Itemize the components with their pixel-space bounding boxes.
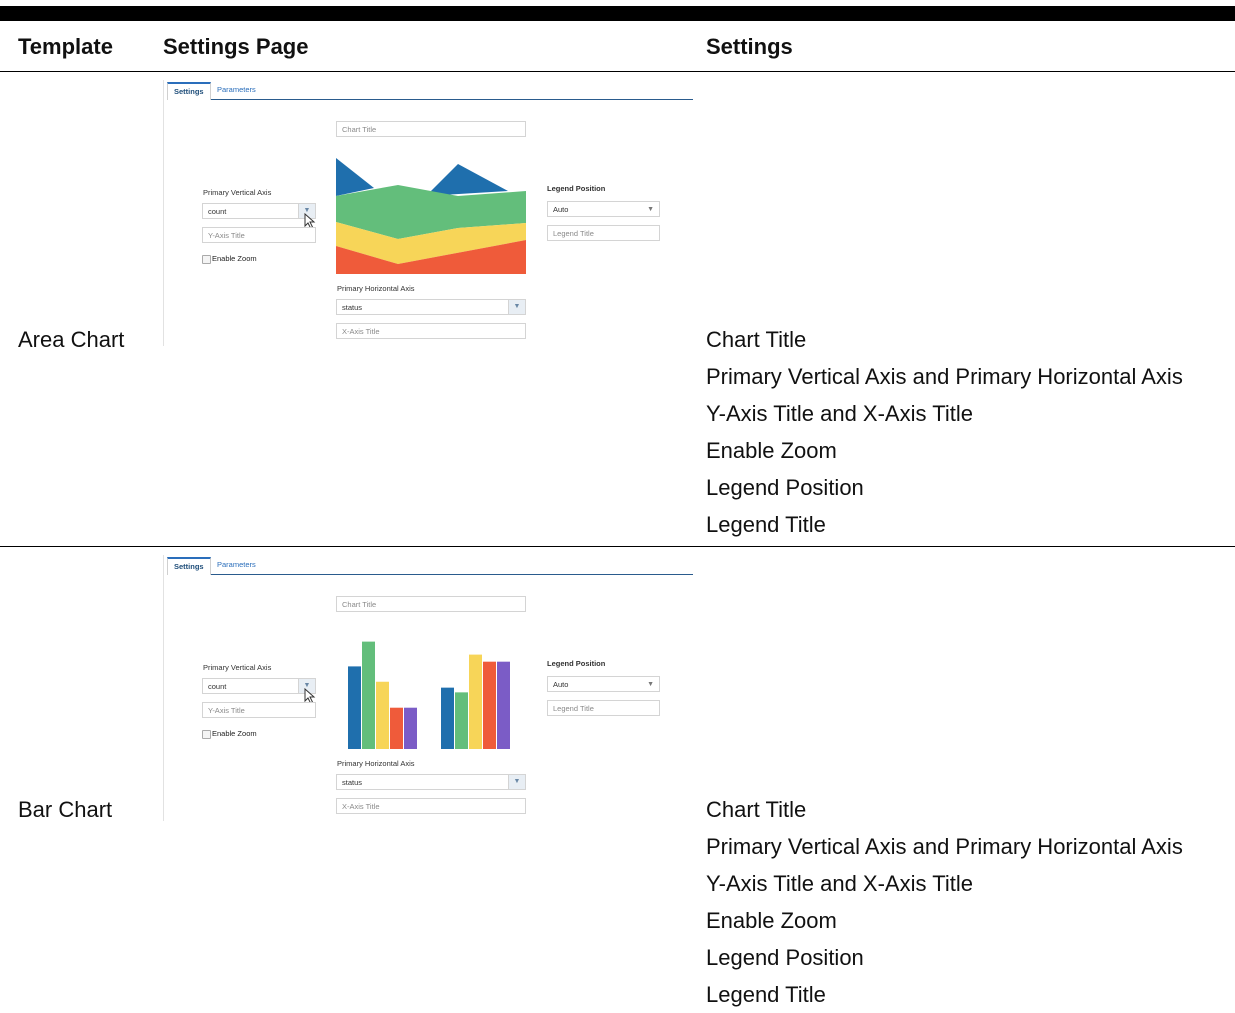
settings-list-bar: Chart Title Primary Vertical Axis and Pr… bbox=[706, 791, 1183, 1013]
table-top-border bbox=[0, 6, 1235, 21]
template-name-bar-chart: Bar Chart bbox=[18, 797, 113, 822]
list-item: Legend Title bbox=[706, 512, 826, 537]
chevron-down-icon: ▼ bbox=[647, 681, 654, 688]
template-name-area-chart: Area Chart bbox=[18, 327, 125, 352]
horizontal-axis-select[interactable]: status ▼ bbox=[336, 299, 526, 315]
tab-bar: Settings Parameters bbox=[167, 555, 693, 575]
primary-vertical-axis-label: Primary Vertical Axis bbox=[203, 188, 272, 197]
primary-horizontal-axis-label: Primary Horizontal Axis bbox=[337, 284, 415, 293]
tab-bar: Settings Parameters bbox=[167, 80, 693, 100]
enable-zoom-checkbox[interactable] bbox=[202, 255, 211, 264]
legend-position-label: Legend Position bbox=[547, 184, 606, 193]
list-item: Enable Zoom bbox=[706, 438, 837, 463]
list-item: Chart Title bbox=[706, 797, 807, 822]
panel-border bbox=[163, 555, 164, 821]
horizontal-axis-value: status bbox=[342, 303, 363, 312]
chart-title-input[interactable]: Chart Title bbox=[336, 596, 526, 612]
settings-panel-area: Settings Parameters Chart Title Primary … bbox=[163, 80, 695, 362]
bar-series-0-group-0 bbox=[348, 666, 361, 749]
tab-settings[interactable]: Settings bbox=[167, 82, 211, 100]
legend-position-value: Auto bbox=[553, 680, 569, 689]
primary-horizontal-axis-label: Primary Horizontal Axis bbox=[337, 759, 415, 768]
header-rule bbox=[0, 71, 1235, 72]
legend-position-label: Legend Position bbox=[547, 659, 606, 668]
bar-series-4-group-1 bbox=[497, 661, 510, 749]
bar-series-2-group-1 bbox=[469, 654, 482, 749]
tab-parameters[interactable]: Parameters bbox=[211, 82, 262, 98]
tab-settings[interactable]: Settings bbox=[167, 557, 211, 575]
header-settings: Settings bbox=[706, 34, 793, 59]
bar-series-4-group-0 bbox=[404, 707, 417, 749]
vertical-axis-select[interactable]: count ▼ bbox=[202, 203, 316, 219]
y-axis-title-input[interactable]: Y-Axis Title bbox=[202, 702, 316, 718]
chart-title-input[interactable]: Chart Title bbox=[336, 121, 526, 137]
list-item: Legend Title bbox=[706, 982, 826, 1007]
list-item: Legend Position bbox=[706, 475, 864, 500]
area-series-blue-right bbox=[426, 164, 508, 196]
bar-series-3-group-1 bbox=[483, 661, 496, 749]
list-item: Legend Position bbox=[706, 945, 864, 970]
row-rule bbox=[0, 546, 1235, 547]
legend-position-value: Auto bbox=[553, 205, 569, 214]
list-item: Primary Vertical Axis and Primary Horizo… bbox=[706, 834, 1183, 859]
bar-series-2-group-0 bbox=[376, 681, 389, 749]
legend-title-input[interactable]: Legend Title bbox=[547, 225, 660, 241]
enable-zoom-label: Enable Zoom bbox=[212, 729, 257, 738]
vertical-axis-value: count bbox=[208, 207, 227, 216]
x-axis-title-input[interactable]: X-Axis Title bbox=[336, 798, 526, 814]
chevron-down-icon[interactable]: ▼ bbox=[508, 775, 525, 789]
bar-series-1-group-1 bbox=[455, 692, 468, 749]
horizontal-axis-value: status bbox=[342, 778, 363, 787]
list-item: Chart Title bbox=[706, 327, 807, 352]
list-item: Y-Axis Title and X-Axis Title bbox=[706, 401, 973, 426]
chevron-down-icon: ▼ bbox=[647, 206, 654, 213]
bar-series-3-group-0 bbox=[390, 707, 403, 749]
list-item: Y-Axis Title and X-Axis Title bbox=[706, 871, 973, 896]
y-axis-title-input[interactable]: Y-Axis Title bbox=[202, 227, 316, 243]
bar-series-1-group-0 bbox=[362, 641, 375, 749]
settings-panel-bar: Settings Parameters Chart Title Primary … bbox=[163, 555, 695, 837]
settings-list-area: Chart Title Primary Vertical Axis and Pr… bbox=[706, 321, 1183, 543]
area-chart-preview bbox=[336, 158, 526, 274]
panel-border bbox=[163, 80, 164, 346]
bar-series-0-group-1 bbox=[441, 687, 454, 749]
bar-chart-preview bbox=[348, 641, 510, 749]
vertical-axis-value: count bbox=[208, 682, 227, 691]
horizontal-axis-select[interactable]: status ▼ bbox=[336, 774, 526, 790]
legend-title-input[interactable]: Legend Title bbox=[547, 700, 660, 716]
legend-position-select[interactable]: Auto ▼ bbox=[547, 201, 660, 217]
x-axis-title-input[interactable]: X-Axis Title bbox=[336, 323, 526, 339]
vertical-axis-select[interactable]: count ▼ bbox=[202, 678, 316, 694]
list-item: Primary Vertical Axis and Primary Horizo… bbox=[706, 364, 1183, 389]
legend-position-select[interactable]: Auto ▼ bbox=[547, 676, 660, 692]
header-settings-page: Settings Page bbox=[163, 34, 309, 59]
header-template: Template bbox=[18, 34, 113, 59]
list-item: Enable Zoom bbox=[706, 908, 837, 933]
tab-parameters[interactable]: Parameters bbox=[211, 557, 262, 573]
chevron-down-icon[interactable]: ▼ bbox=[508, 300, 525, 314]
primary-vertical-axis-label: Primary Vertical Axis bbox=[203, 663, 272, 672]
enable-zoom-checkbox[interactable] bbox=[202, 730, 211, 739]
enable-zoom-label: Enable Zoom bbox=[212, 254, 257, 263]
